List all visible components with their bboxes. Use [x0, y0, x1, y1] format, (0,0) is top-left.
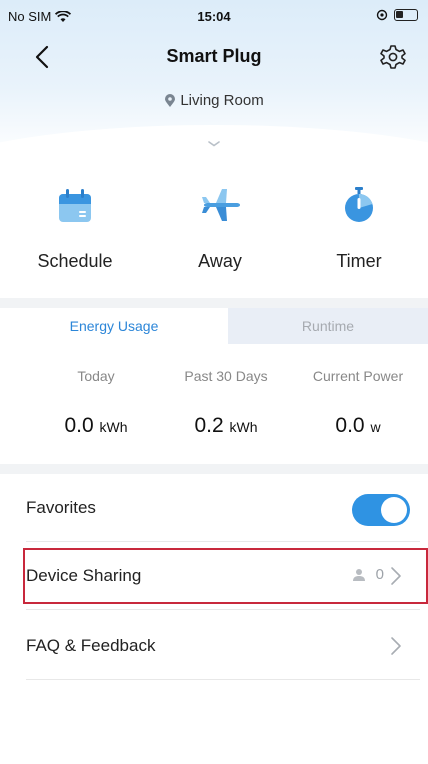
stat-today-value-wrap: 0.0 kWh — [26, 414, 166, 438]
energy-tabs: Energy Usage Runtime — [0, 308, 428, 344]
timer-mode[interactable]: Timer — [290, 185, 428, 285]
favorites-row: Favorites — [26, 474, 420, 542]
airplane-icon — [202, 189, 240, 221]
status-right — [376, 9, 418, 21]
stat-current-power-unit: w — [370, 419, 381, 435]
stat-past-30-days-label: Past 30 Days — [184, 368, 268, 384]
faq-feedback-row[interactable]: FAQ & Feedback — [26, 612, 420, 680]
calendar-icon — [59, 189, 91, 222]
chevron-right-icon — [391, 637, 401, 655]
status-bar: No SIM 15:04 — [0, 0, 428, 34]
stat-past-30-days-value-wrap: 0.2 kWh — [156, 414, 296, 438]
stat-past-30-days-value: 0.2 — [194, 414, 224, 437]
device-sharing-row[interactable]: Device Sharing 0 — [26, 542, 420, 610]
expand-toggle[interactable] — [0, 140, 428, 148]
person-icon — [352, 568, 365, 581]
schedule-label: Schedule — [37, 251, 113, 271]
stat-today-label: Today — [77, 368, 115, 384]
energy-stats: Today 0.0 kWh Past 30 Days 0.2 kWh Curre… — [0, 344, 428, 464]
share-count: 0 — [375, 566, 384, 583]
chevron-right-icon — [391, 567, 401, 585]
mode-row: Schedule Away Timer — [0, 185, 428, 285]
settings-button[interactable] — [378, 42, 408, 72]
stat-current-power-label: Current Power — [312, 368, 404, 384]
timer-label: Timer — [336, 251, 382, 271]
share-meta: 0 — [352, 566, 384, 583]
toggle-knob — [381, 497, 407, 523]
stopwatch-icon — [345, 187, 373, 222]
faq-feedback-label: FAQ & Feedback — [26, 636, 156, 655]
location-label: Living Room — [0, 92, 428, 109]
favorites-toggle[interactable] — [352, 494, 410, 526]
away-label: Away — [198, 251, 242, 271]
stat-today-value: 0.0 — [64, 414, 94, 437]
section-divider — [0, 298, 428, 308]
stat-current-power-value-wrap: 0.0 w — [288, 414, 428, 438]
away-mode[interactable]: Away — [150, 185, 290, 285]
location-text: Living Room — [180, 92, 264, 109]
schedule-mode[interactable]: Schedule — [0, 185, 150, 285]
stat-past-30-days-unit: kWh — [229, 419, 258, 435]
device-sharing-label: Device Sharing — [26, 566, 142, 585]
chevron-down-icon — [208, 141, 220, 147]
status-time: 15:04 — [197, 9, 231, 24]
stat-today-unit: kWh — [99, 419, 128, 435]
favorites-label: Favorites — [26, 498, 96, 517]
battery-icon — [394, 9, 418, 21]
page-title: Smart Plug — [166, 46, 262, 66]
tab-energy-usage[interactable]: Energy Usage — [0, 308, 228, 344]
tab-runtime[interactable]: Runtime — [228, 308, 428, 344]
section-divider — [0, 464, 428, 474]
stat-current-power-value: 0.0 — [335, 414, 365, 437]
orientation-lock-icon — [376, 9, 388, 21]
location-pin-icon — [165, 93, 176, 107]
gear-icon — [380, 45, 406, 69]
